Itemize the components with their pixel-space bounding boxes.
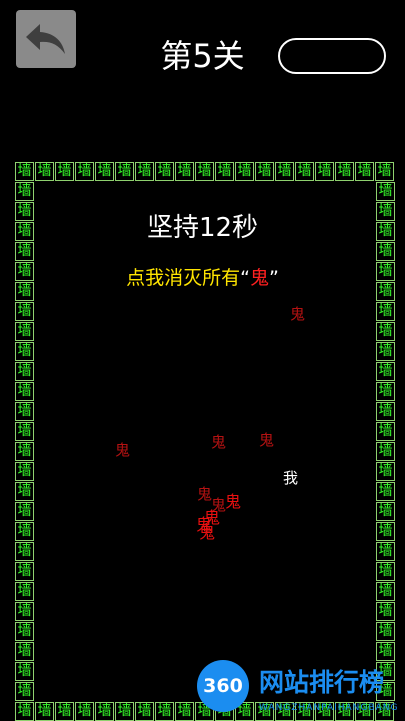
wall-block: 墙 (235, 162, 254, 181)
ghost[interactable]: 鬼 (259, 432, 274, 449)
ghost[interactable]: 鬼 (197, 486, 212, 503)
wall-block: 墙 (15, 622, 34, 641)
instruction-open-quote: “ (240, 267, 250, 289)
ghost[interactable]: 鬼 (225, 493, 241, 510)
wall-block: 墙 (376, 562, 395, 581)
wall-block: 墙 (175, 162, 194, 181)
wall-block: 墙 (15, 502, 34, 521)
wall-block: 墙 (15, 522, 34, 541)
watermark-name: 网站排行榜 (259, 668, 385, 697)
wall-block: 墙 (15, 302, 34, 321)
ghost[interactable]: 鬼 (211, 434, 226, 451)
wall-block: 墙 (376, 382, 395, 401)
wall-block: 墙 (15, 362, 34, 381)
watermark-subtitle: WANGZHANPAIHANGBANG (259, 703, 399, 713)
wall-block: 墙 (376, 502, 395, 521)
wall-block: 墙 (376, 182, 395, 201)
wall-block: 墙 (376, 482, 395, 501)
wall-block: 墙 (295, 162, 314, 181)
wall-block: 墙 (175, 702, 194, 721)
wall-block: 墙 (15, 582, 34, 601)
wall-block: 墙 (15, 382, 34, 401)
wall-block: 墙 (195, 162, 214, 181)
wall-block: 墙 (95, 702, 114, 721)
ghost[interactable]: 鬼 (290, 306, 305, 323)
site-watermark: 360 网站排行榜 WANGZHANPAIHANGBANG (197, 660, 405, 720)
instruction-text: 点我消灭所有“鬼” (0, 264, 405, 292)
wall-block: 墙 (355, 162, 374, 181)
wall-block: 墙 (376, 422, 395, 441)
wall-block: 墙 (376, 582, 395, 601)
wall-block: 墙 (376, 602, 395, 621)
wall-block: 墙 (376, 302, 395, 321)
wall-block: 墙 (15, 402, 34, 421)
wall-block: 墙 (15, 182, 34, 201)
wall-block: 墙 (15, 422, 34, 441)
wall-block: 墙 (135, 702, 154, 721)
instruction-prefix: 点我消灭所有 (126, 267, 241, 289)
wall-block: 墙 (315, 162, 334, 181)
countdown-timer: 坚持12秒 (146, 213, 259, 243)
wall-block: 墙 (15, 322, 34, 341)
wall-block: 墙 (15, 662, 34, 681)
wall-block: 墙 (255, 162, 274, 181)
wall-block: 墙 (15, 562, 34, 581)
wall-block: 墙 (215, 162, 234, 181)
wall-block: 墙 (95, 162, 114, 181)
wall-block: 墙 (135, 162, 154, 181)
wall-block: 墙 (35, 702, 54, 721)
wall-block: 墙 (15, 542, 34, 561)
wall-block: 墙 (75, 162, 94, 181)
wall-block: 墙 (15, 482, 34, 501)
wall-block: 墙 (376, 462, 395, 481)
instruction-target: 鬼 (250, 267, 270, 289)
wall-block: 墙 (375, 162, 394, 181)
wall-block: 墙 (35, 162, 54, 181)
wall-block: 墙 (55, 162, 74, 181)
wall-block: 墙 (15, 162, 34, 181)
wall-block: 墙 (275, 162, 294, 181)
wall-block: 墙 (15, 682, 34, 701)
wall-block: 墙 (376, 542, 395, 561)
wall-block: 墙 (155, 162, 174, 181)
wall-block: 墙 (75, 702, 94, 721)
instruction-close-quote: ” (269, 267, 279, 289)
player-character[interactable]: 我 (283, 470, 298, 487)
wall-border: 墙墙墙墙墙墙墙墙墙墙墙墙墙墙墙墙墙墙墙墙墙墙墙墙墙墙墙墙墙墙墙墙墙墙墙墙墙墙墙墙… (0, 0, 405, 721)
ghost[interactable]: 鬼 (115, 442, 130, 459)
wall-block: 墙 (115, 162, 134, 181)
wall-block: 墙 (15, 462, 34, 481)
wall-block: 墙 (335, 162, 354, 181)
wall-block: 墙 (376, 442, 395, 461)
watermark-badge: 360 (197, 660, 249, 712)
wall-block: 墙 (15, 602, 34, 621)
wall-block: 墙 (376, 322, 395, 341)
wall-block: 墙 (376, 362, 395, 381)
wall-block: 墙 (376, 342, 395, 361)
wall-block: 墙 (15, 442, 34, 461)
wall-block: 墙 (376, 642, 395, 661)
wall-block: 墙 (376, 622, 395, 641)
ghost[interactable]: 鬼 (199, 524, 215, 541)
wall-block: 墙 (376, 522, 395, 541)
wall-block: 墙 (15, 342, 34, 361)
wall-block: 墙 (55, 702, 74, 721)
wall-block: 墙 (115, 702, 134, 721)
wall-block: 墙 (15, 642, 34, 661)
wall-block: 墙 (15, 702, 34, 721)
wall-block: 墙 (376, 402, 395, 421)
wall-block: 墙 (155, 702, 174, 721)
